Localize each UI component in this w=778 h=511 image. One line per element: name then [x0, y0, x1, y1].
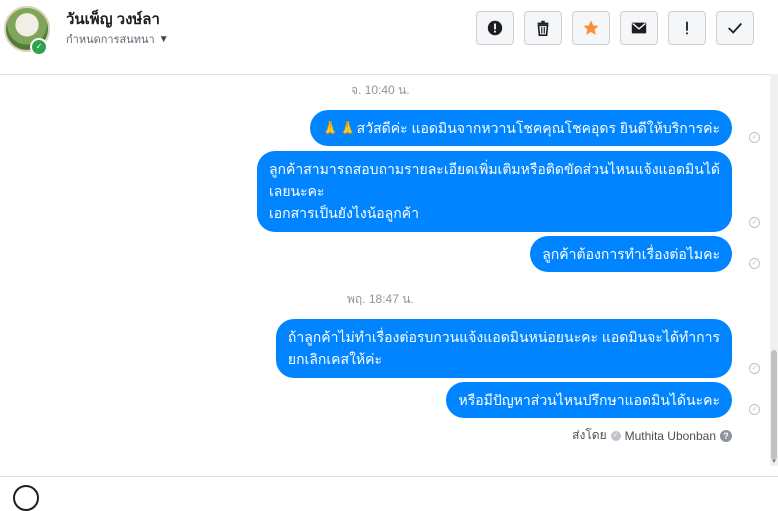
message-bubble[interactable]: ลูกค้าสามารถสอบถามรายละเอียดเพิ่มเติมหรื… — [256, 151, 732, 232]
envelope-icon — [631, 22, 647, 34]
exclamation-icon — [686, 21, 688, 35]
message-text: ถ้าลูกค้าไม่ทำเรื่องต่อรบกวนแจ้งแอดมินหน… — [287, 329, 720, 345]
user-avatar — [13, 485, 39, 511]
mark-done-button[interactable] — [716, 11, 754, 45]
message-text: สวัสดีค่ะ แอดมินจากหวานโชคคุณโชคอุดร ยิน… — [356, 120, 720, 136]
message-text: ลูกค้าสามารถสอบถามรายละเอียดเพิ่มเติมหรื… — [268, 161, 720, 177]
check-circle-icon: ✓ — [610, 430, 621, 441]
sent-by-name[interactable]: Muthita Ubonban — [625, 429, 716, 443]
message-list: จ. 10:40 น. 🙏🙏สวัสดีค่ะ แอดมินจากหวานโชค… — [0, 76, 770, 470]
trash-icon — [537, 20, 549, 37]
checkmark-icon — [728, 22, 742, 34]
delivered-check-icon: ✓ — [749, 363, 760, 374]
message-bubble[interactable]: ลูกค้าต้องการทำเรื่องต่อไมคะ — [530, 236, 732, 272]
delivered-check-icon: ✓ — [749, 258, 760, 269]
mark-unread-button[interactable] — [620, 11, 658, 45]
follow-up-button[interactable] — [668, 11, 706, 45]
exclamation-circle-icon — [487, 20, 503, 36]
star-button[interactable] — [572, 11, 610, 45]
caret-down-icon: ▼ — [158, 33, 169, 45]
message-bubble[interactable]: หรือมีปัญหาส่วนไหนปรึกษาแอดมินได้นะคะ — [446, 382, 732, 418]
assign-label: กำหนดการสนทนา — [66, 34, 155, 46]
delivered-check-icon: ✓ — [749, 132, 760, 143]
timestamp: พฤ. 18:47 น. — [347, 292, 414, 306]
conversation-header: ✓ วันเพ็ญ วงษ์ลา กำหนดการสนทนา ▼ — [0, 0, 778, 75]
delivered-check-icon: ✓ — [749, 404, 760, 415]
help-icon[interactable]: ? — [720, 429, 732, 442]
sent-by-info: ส่งโดย ✓ Muthita Ubonban ? — [572, 426, 732, 445]
delete-button[interactable] — [524, 11, 562, 45]
message-bubble[interactable]: 🙏🙏สวัสดีค่ะ แอดมินจากหวานโชคคุณโชคอุดร ย… — [309, 110, 732, 146]
message-composer[interactable] — [0, 476, 778, 511]
timestamp: จ. 10:40 น. — [351, 83, 410, 97]
scrollbar-thumb[interactable] — [771, 350, 777, 460]
star-icon — [583, 20, 599, 35]
sent-by-label: ส่งโดย — [572, 428, 607, 442]
message-text: ลูกค้าต้องการทำเรื่องต่อไมคะ — [542, 246, 720, 262]
message-text: เลยนะคะ — [268, 183, 325, 199]
assign-conversation-dropdown[interactable]: กำหนดการสนทนา ▼ — [66, 30, 169, 48]
messenger-badge-icon: ✓ — [30, 38, 48, 56]
mark-spam-button[interactable] — [476, 11, 514, 45]
message-text: ยกเลิกเคสให้ค่ะ — [287, 351, 383, 367]
contact-name[interactable]: วันเพ็ญ วงษ์ลา — [66, 7, 160, 31]
scrollbar[interactable]: ▼ — [770, 74, 778, 466]
scroll-down-arrow-icon[interactable]: ▼ — [770, 458, 778, 466]
message-text: เอกสารเป็นยังไงน้อลูกค้า — [268, 205, 419, 221]
delivered-check-icon: ✓ — [749, 217, 760, 228]
message-bubble[interactable]: ถ้าลูกค้าไม่ทำเรื่องต่อรบกวนแจ้งแอดมินหน… — [275, 319, 732, 378]
folded-hands-emoji: 🙏🙏 — [321, 120, 357, 136]
message-text: หรือมีปัญหาส่วนไหนปรึกษาแอดมินได้นะคะ — [458, 392, 720, 408]
